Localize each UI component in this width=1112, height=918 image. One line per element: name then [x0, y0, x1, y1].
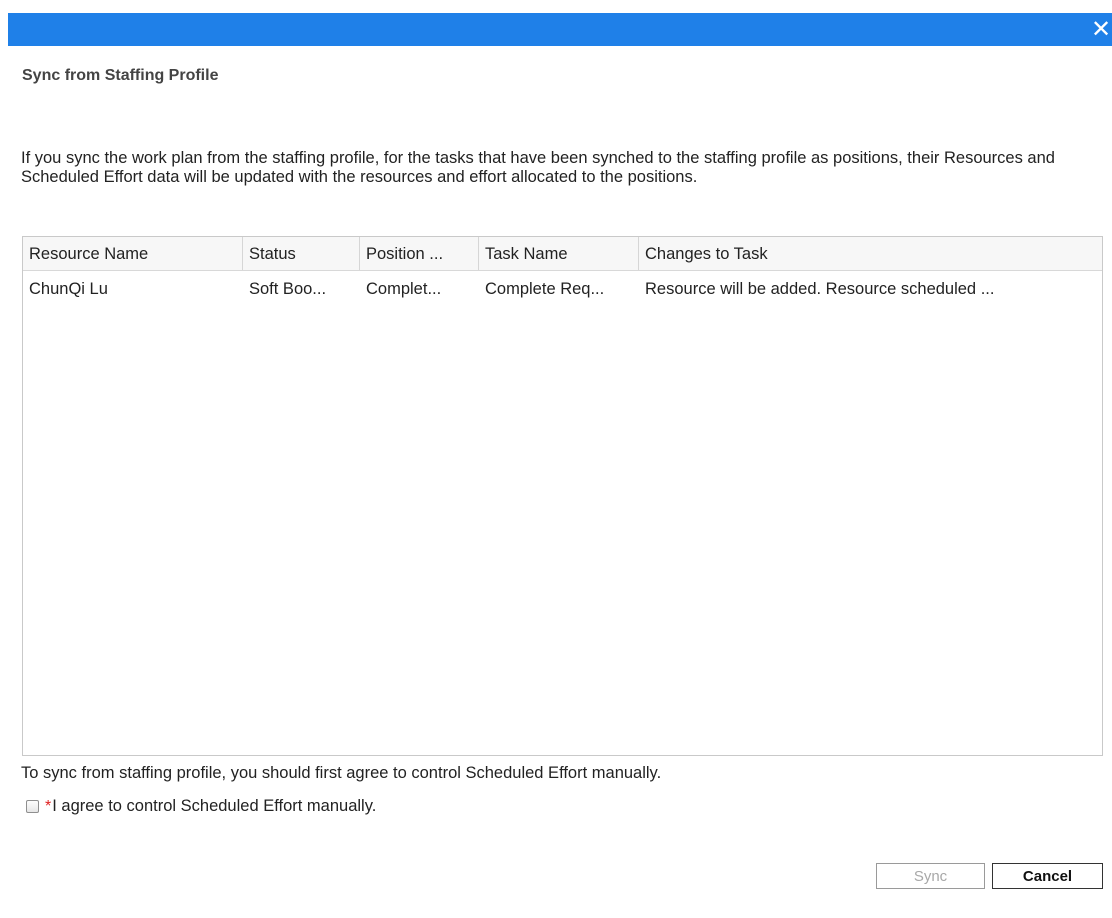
cell-task-name: Complete Req... — [485, 280, 605, 298]
positions-grid: Resource Name Status Position ... Task N… — [22, 236, 1103, 756]
cell-changes-to-task: Resource will be added. Resource schedul… — [645, 280, 995, 298]
dialog-titlebar: ✕ — [8, 13, 1112, 46]
column-header-task-name[interactable]: Task Name — [479, 237, 639, 270]
sync-button[interactable]: Sync — [876, 863, 985, 889]
agreement-note: To sync from staffing profile, you shoul… — [21, 764, 662, 782]
agree-checkbox[interactable] — [26, 800, 39, 813]
cell-status: Soft Boo... — [249, 280, 327, 298]
column-header-resource-name[interactable]: Resource Name — [23, 237, 243, 270]
column-header-position[interactable]: Position ... — [360, 237, 479, 270]
cell-resource-name: ChunQi Lu — [29, 280, 108, 298]
sync-description: If you sync the work plan from the staff… — [21, 149, 1055, 186]
grid-header: Resource Name Status Position ... Task N… — [23, 237, 1102, 271]
agreement-row: * I agree to control Scheduled Effort ma… — [26, 797, 376, 816]
agree-label[interactable]: I agree to control Scheduled Effort manu… — [52, 797, 376, 816]
cell-position: Complet... — [366, 280, 442, 298]
close-icon[interactable]: ✕ — [1090, 16, 1112, 42]
required-marker: * — [45, 797, 52, 815]
cancel-button[interactable]: Cancel — [992, 863, 1103, 889]
column-header-changes-to-task[interactable]: Changes to Task — [639, 237, 1102, 270]
column-header-status[interactable]: Status — [243, 237, 360, 270]
dialog-title: Sync from Staffing Profile — [22, 67, 219, 84]
table-row[interactable]: ChunQi Lu Soft Boo... Complet... Complet… — [23, 271, 1102, 307]
